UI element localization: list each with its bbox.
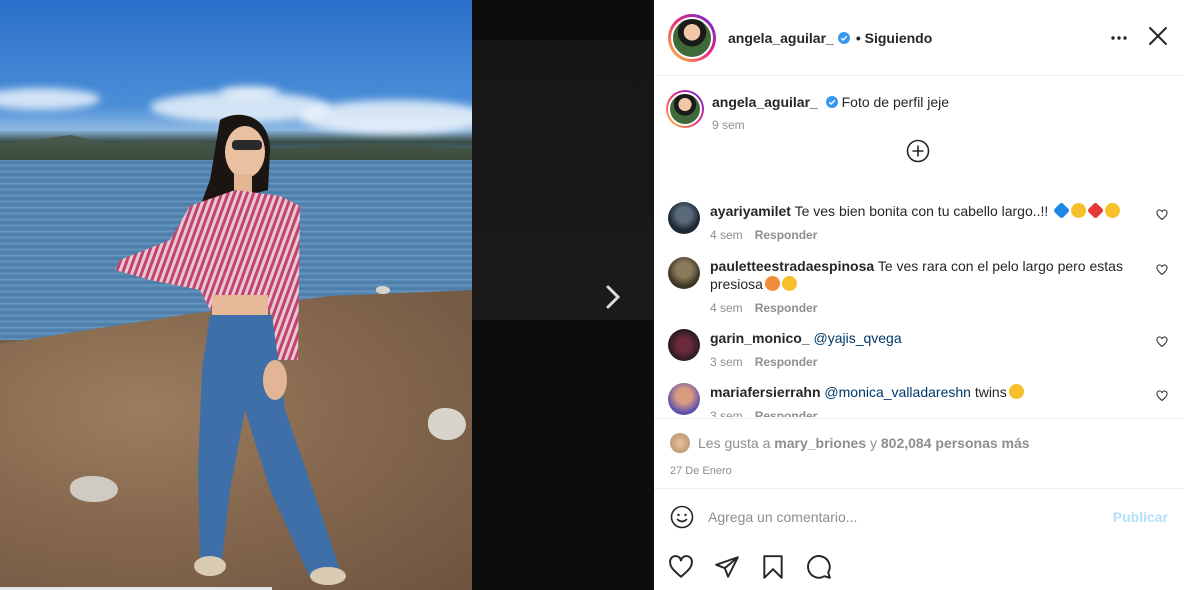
person-figure xyxy=(115,114,346,585)
close-icon xyxy=(1149,27,1167,45)
like-comment-button[interactable] xyxy=(1156,335,1168,353)
close-button[interactable] xyxy=(1148,26,1168,51)
commenter-username[interactable]: garin_monico_ xyxy=(710,330,810,346)
comment-age: 3 sem xyxy=(710,409,743,417)
caption-age: 9 sem xyxy=(712,118,745,132)
comment-item: garin_monico_ @yajis_qvega 3 sem Responde… xyxy=(668,329,1168,371)
like-comment-button[interactable] xyxy=(1156,389,1168,407)
share-button[interactable] xyxy=(714,554,740,580)
likes-section: Les gusta a mary_briones y 802,084 perso… xyxy=(654,418,1184,477)
caption-username[interactable]: angela_aguilar_ xyxy=(712,94,818,110)
comment-text: twins xyxy=(974,384,1007,400)
reply-button[interactable]: Responder xyxy=(755,409,818,417)
reply-button[interactable]: Responder xyxy=(755,301,818,315)
commenter-avatar[interactable] xyxy=(668,329,700,361)
comment-item: ayariyamilet Te ves bien bonita con tu c… xyxy=(668,202,1168,244)
comment-composer: Publicar xyxy=(654,488,1184,544)
comment-age: 3 sem xyxy=(710,355,743,369)
commenter-username[interactable]: pauletteestradaespinosa xyxy=(710,258,874,274)
post-photo[interactable] xyxy=(0,0,472,590)
emoji-picker-button[interactable] xyxy=(670,505,694,529)
commenter-username[interactable]: ayariyamilet xyxy=(710,203,791,219)
more-options-button[interactable] xyxy=(1110,26,1128,55)
load-more-icon xyxy=(906,139,930,163)
author-avatar[interactable] xyxy=(668,13,716,62)
more-options-icon xyxy=(1111,36,1127,40)
likes-summary[interactable]: Les gusta a mary_briones y 802,084 perso… xyxy=(670,433,1168,453)
publish-button[interactable]: Publicar xyxy=(1113,509,1168,525)
reply-button[interactable]: Responder xyxy=(755,355,818,369)
like-comment-button[interactable] xyxy=(1156,263,1168,281)
heart-icon xyxy=(1156,336,1168,348)
modal-backdrop[interactable] xyxy=(472,0,654,590)
post-header: angela_aguilar_ • Siguiendo xyxy=(654,0,1184,76)
heart-icon xyxy=(1156,209,1168,221)
caption-text: Foto de perfil jeje xyxy=(841,94,950,110)
heart-icon xyxy=(1156,264,1168,276)
commenter-avatar[interactable] xyxy=(668,257,700,289)
share-icon xyxy=(715,556,739,578)
like-button[interactable] xyxy=(668,554,694,580)
caption-avatar[interactable] xyxy=(666,90,704,128)
likes-prefix: Les gusta a xyxy=(698,435,771,451)
load-more-comments-button[interactable] xyxy=(906,139,930,168)
comment-input[interactable] xyxy=(708,508,1113,525)
post-actions xyxy=(668,554,832,580)
comment-item: pauletteestradaespinosa Te ves rara con … xyxy=(668,257,1168,317)
commenter-username[interactable]: mariafersierrahn xyxy=(710,384,821,400)
liker-avatar xyxy=(670,433,690,453)
commenter-avatar[interactable] xyxy=(668,202,700,234)
verified-icon xyxy=(825,96,838,108)
post-caption: angela_aguilar_ Foto de perfil jeje 9 se… xyxy=(666,90,1172,132)
comment-text: Te ves bien bonita con tu cabello largo.… xyxy=(794,203,1049,219)
likes-connector: y xyxy=(870,435,877,451)
heart-icon xyxy=(1156,390,1168,402)
save-icon xyxy=(763,555,783,579)
liker-username[interactable]: mary_briones xyxy=(774,435,866,451)
comment-mention[interactable]: @monica_valladareshn xyxy=(824,384,971,400)
next-arrow-icon xyxy=(606,285,621,309)
commenter-avatar[interactable] xyxy=(668,383,700,415)
heart-icon xyxy=(669,555,693,578)
following-status[interactable]: • Siguiendo xyxy=(856,30,932,46)
comment-item: mariafersierrahn @monica_valladareshn tw… xyxy=(668,383,1168,417)
comment-age: 4 sem xyxy=(710,301,743,315)
post-date: 27 De Enero xyxy=(670,465,732,477)
comment-icon xyxy=(807,555,831,579)
author-username[interactable]: angela_aguilar_ xyxy=(728,30,834,46)
emoji-icon xyxy=(670,505,694,528)
comment-button[interactable] xyxy=(806,554,832,580)
comment-age: 4 sem xyxy=(710,228,743,242)
post-detail-panel: angela_aguilar_ • Siguiendo angela_aguil… xyxy=(654,0,1184,590)
verified-icon xyxy=(837,31,850,44)
comment-mention[interactable]: @yajis_qvega xyxy=(813,330,901,346)
reply-button[interactable]: Responder xyxy=(755,228,818,242)
save-button[interactable] xyxy=(760,554,786,580)
next-photo-button[interactable] xyxy=(600,282,626,312)
likes-count[interactable]: 802,084 personas más xyxy=(881,435,1030,451)
like-comment-button[interactable] xyxy=(1156,208,1168,226)
